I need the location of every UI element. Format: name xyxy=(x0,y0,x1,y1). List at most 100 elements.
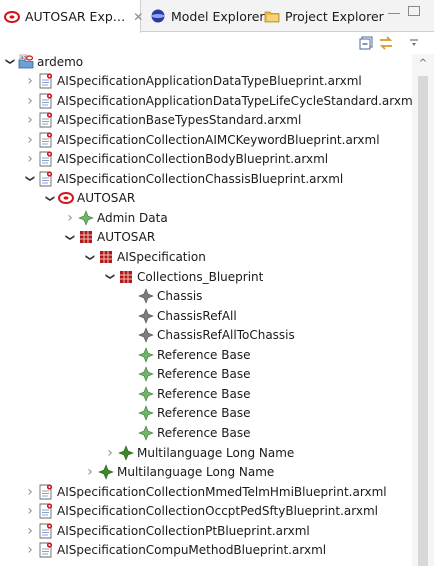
project-folder-icon: 40 xyxy=(18,54,34,70)
tree-item[interactable]: ❯ AISpecificationCollectionChassisBluepri… xyxy=(0,169,343,188)
tree-item-label: AISpecification xyxy=(117,250,206,264)
scroll-thumb[interactable] xyxy=(418,76,428,566)
tree-item[interactable]: Reference Base xyxy=(0,404,250,423)
arxml-file-icon xyxy=(38,523,54,539)
tree-item-label: AISpecificationApplicationDataTypeBluepr… xyxy=(57,74,362,89)
tree-item[interactable]: Reference Base xyxy=(0,423,250,442)
tree-item[interactable]: › AISpecificationCollectionMmedTelmHmiBlu… xyxy=(0,482,387,501)
element-icon xyxy=(138,366,154,383)
view-menu-icon[interactable] xyxy=(406,35,422,51)
tree-item-label: Multilanguage Long Name xyxy=(117,465,275,480)
chevron-right-icon[interactable]: › xyxy=(24,502,36,521)
tree-item[interactable]: › AISpecificationCollectionAIMCKeywordBlu… xyxy=(0,130,380,149)
tab-project-explorer[interactable]: Project Explorer xyxy=(260,0,384,32)
chevron-right-icon[interactable]: › xyxy=(64,208,76,227)
scroll-up-icon[interactable]: ^ xyxy=(417,58,429,70)
tree-item[interactable]: Reference Base xyxy=(0,384,250,403)
chevron-right-icon[interactable]: › xyxy=(24,150,36,169)
chevron-down-icon[interactable]: ❯ xyxy=(41,192,60,204)
tree-item[interactable]: › AISpecificationApplicationDataTypeBluep… xyxy=(0,72,362,91)
tree-item-label: Reference Base xyxy=(157,425,251,440)
arxml-file-icon xyxy=(38,483,54,500)
collapse-all-icon[interactable] xyxy=(358,35,374,51)
arxml-file-icon xyxy=(38,132,54,148)
tree-item-label: AUTOSAR xyxy=(77,191,136,206)
chevron-down-icon[interactable]: ❯ xyxy=(1,56,20,68)
tree-item[interactable]: › Multilanguage Long Name xyxy=(0,463,274,482)
tree-item-label: Reference Base xyxy=(157,406,251,421)
tree-item-label: Reference Base xyxy=(157,367,251,382)
multilanguage-icon xyxy=(118,444,134,461)
tree-item[interactable]: ChassisRefAllToChassis xyxy=(0,326,295,345)
tree-item-label: AISpecificationCollectionAIMCKeywordBlue… xyxy=(57,132,380,147)
chevron-right-icon[interactable]: › xyxy=(24,111,36,130)
tree-item-label: AISpecificationCollectionBodyBlueprint.a… xyxy=(57,152,329,167)
arxml-file-icon xyxy=(38,73,54,89)
tree-item[interactable]: › Admin Data xyxy=(0,208,168,227)
chevron-down-icon[interactable]: ❯ xyxy=(81,251,100,263)
arxml-file-icon xyxy=(38,171,54,187)
maximize-view-icon[interactable] xyxy=(408,6,420,16)
close-tab-icon[interactable]: ✕ xyxy=(133,10,143,24)
tab-model-explorer[interactable]: Model Explorer xyxy=(146,0,265,32)
chevron-down-icon[interactable]: ❯ xyxy=(101,271,120,283)
tree-item[interactable]: › AISpecificationCollectionOccptPedSftyBl… xyxy=(0,502,378,521)
tree-item-label: AISpecificationCollectionMmedTelmHmiBlue… xyxy=(57,484,387,499)
chevron-right-icon[interactable]: › xyxy=(24,130,36,149)
tree-item[interactable]: ChassisRefAll xyxy=(0,306,237,325)
tree-item[interactable]: › AISpecificationApplicationDataTypeLifeC… xyxy=(0,91,416,110)
element-icon xyxy=(138,405,154,422)
tree-item[interactable]: ❯ AISpecification xyxy=(0,248,206,267)
tree-item-label: Reference Base xyxy=(157,347,251,362)
tree-item[interactable]: Reference Base xyxy=(0,345,250,364)
tree-item[interactable]: › AISpecificationBaseTypesStandard.arxml xyxy=(0,111,301,130)
tree-item-label: AUTOSAR xyxy=(97,230,156,245)
chevron-down-icon[interactable]: ❯ xyxy=(21,173,40,185)
vertical-scrollbar[interactable]: ^ xyxy=(412,54,434,566)
tree-item-label: Collections_Blueprint xyxy=(137,269,264,284)
tree-item-label: ChassisRefAll xyxy=(157,308,237,323)
tree-item-label: Reference Base xyxy=(157,386,251,401)
chevron-right-icon[interactable]: › xyxy=(84,463,96,482)
tree-item[interactable]: › AISpecificationCollectionBodyBlueprint.… xyxy=(0,150,328,169)
arxml-file-icon xyxy=(38,92,54,109)
view-toolbar xyxy=(0,32,434,54)
chevron-right-icon[interactable]: › xyxy=(24,541,36,560)
tab-autosar-explorer[interactable]: AUTOSAR Exp… ✕ xyxy=(0,0,143,33)
tree-item[interactable]: ❯ 40 ardemo xyxy=(0,52,83,71)
tree-item[interactable]: ❯ AUTOSAR xyxy=(0,189,135,208)
element-icon xyxy=(78,210,94,226)
arxml-file-icon xyxy=(38,112,54,128)
tree-item[interactable]: Chassis xyxy=(0,287,202,306)
tree-item[interactable]: › AISpecificationCompuMethodBlueprint.arx… xyxy=(0,541,326,560)
tree-item[interactable]: ❯ Collections_Blueprint xyxy=(0,267,263,286)
element-icon xyxy=(138,346,154,363)
minimize-view-icon[interactable] xyxy=(388,10,400,14)
tree-item-label: AISpecificationBaseTypesStandard.arxml xyxy=(57,113,302,128)
chevron-right-icon[interactable]: › xyxy=(24,521,36,540)
view-tab-bar: AUTOSAR Exp… ✕ Model Explorer Project Ex… xyxy=(0,0,434,33)
chevron-right-icon[interactable]: › xyxy=(104,443,116,462)
tree-item-label: AISpecificationCompuMethodBlueprint.arxm… xyxy=(57,543,327,558)
tree-item[interactable]: Reference Base xyxy=(0,365,250,384)
chevron-right-icon[interactable]: › xyxy=(24,482,36,501)
tree-item-label: Admin Data xyxy=(97,210,168,225)
tree-item-label: Chassis xyxy=(157,289,203,304)
package-icon xyxy=(98,249,114,265)
element-gray-icon xyxy=(138,307,154,324)
tree-item[interactable]: › Multilanguage Long Name xyxy=(0,443,294,462)
chevron-down-icon[interactable]: ❯ xyxy=(61,231,80,243)
chevron-right-icon[interactable]: › xyxy=(24,91,36,110)
autosar-logo-icon xyxy=(4,9,20,25)
element-icon xyxy=(138,386,154,402)
tree-item[interactable]: › AISpecificationCollectionPtBlueprint.ar… xyxy=(0,521,310,540)
tree-item[interactable]: ❯ AUTOSAR xyxy=(0,228,155,247)
chevron-right-icon[interactable]: › xyxy=(24,72,36,91)
link-with-editor-icon[interactable] xyxy=(378,35,394,51)
